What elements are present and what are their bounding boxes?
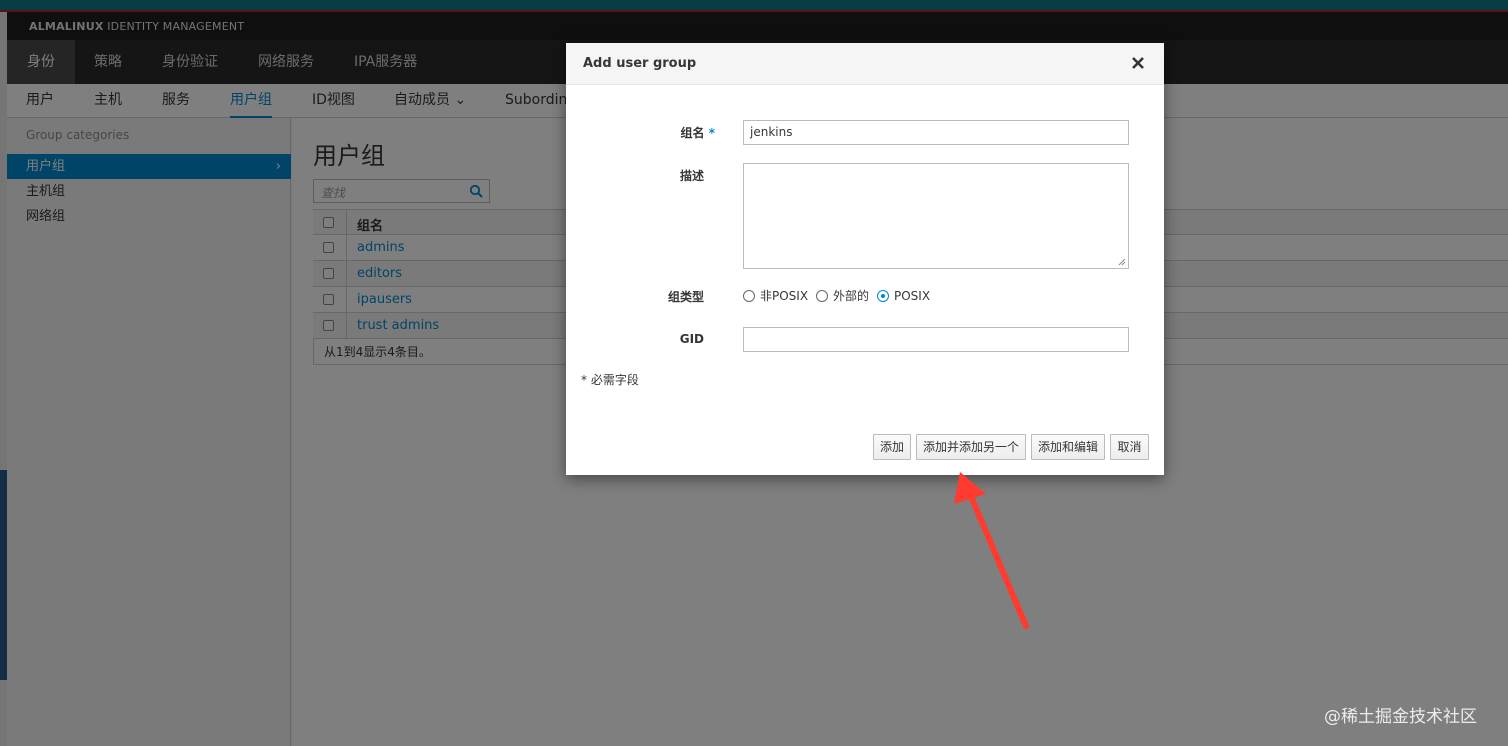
watermark: @稀土掘金技术社区 xyxy=(1324,707,1477,727)
add-and-add-another-button[interactable]: 添加并添加另一个 xyxy=(916,434,1026,460)
cancel-button[interactable]: 取消 xyxy=(1110,434,1149,460)
gid-input[interactable] xyxy=(743,327,1129,352)
required-fields-note: * 必需字段 xyxy=(581,373,639,387)
dialog-title: Add user group xyxy=(583,56,697,71)
add-user-group-dialog: Add user group 组名 * jenkins 描述 组类型 非POSI… xyxy=(566,43,1164,475)
required-marker: * xyxy=(708,126,715,140)
add-and-edit-button[interactable]: 添加和编辑 xyxy=(1031,434,1105,460)
page: ALMALINUX IDENTITY MANAGEMENT 身份 策略 身份验证… xyxy=(0,0,1508,746)
radio-selected-icon[interactable] xyxy=(877,290,889,302)
dialog-header: Add user group xyxy=(566,43,1164,85)
add-button[interactable]: 添加 xyxy=(873,434,911,460)
group-type-label: 组类型 xyxy=(667,290,704,304)
description-textarea[interactable] xyxy=(743,163,1129,269)
close-icon[interactable] xyxy=(1130,55,1146,71)
annotation-arrow-icon xyxy=(954,472,1029,629)
radio-button-icon[interactable] xyxy=(743,290,755,302)
resize-grip-icon[interactable] xyxy=(1118,258,1126,266)
group-name-input[interactable]: jenkins xyxy=(743,120,1129,145)
group-name-label: 组名 * xyxy=(680,126,715,140)
gid-label: GID xyxy=(679,332,704,346)
radio-button-icon[interactable] xyxy=(816,290,828,302)
description-label: 描述 xyxy=(679,169,704,183)
